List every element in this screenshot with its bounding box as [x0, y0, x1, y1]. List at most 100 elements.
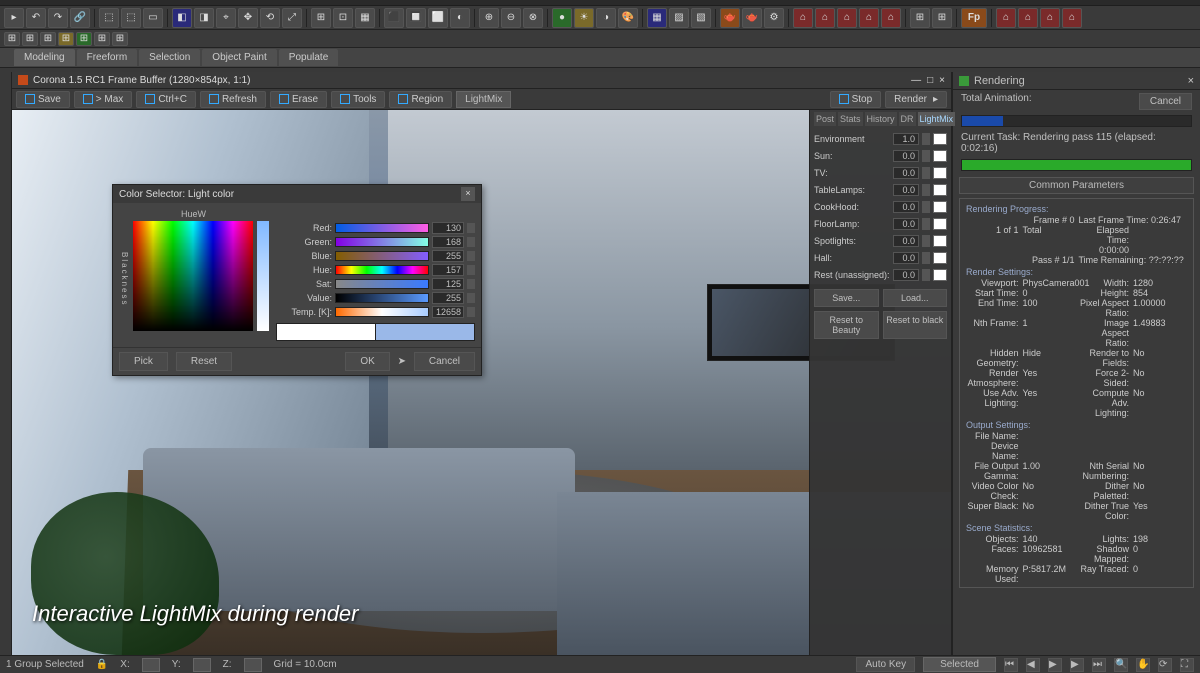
- mini-tool-icon[interactable]: ⊞: [22, 32, 38, 46]
- spinner-icon[interactable]: [922, 133, 930, 145]
- nav-max-icon[interactable]: ⛶: [1180, 658, 1194, 672]
- fb-ctrlc-button[interactable]: Ctrl+C: [136, 91, 196, 108]
- coord-x-value[interactable]: [142, 658, 160, 672]
- tool-icon[interactable]: ⌂: [793, 8, 813, 28]
- lightmix-value[interactable]: 0.0: [893, 269, 919, 281]
- fb-stop-button[interactable]: Stop: [830, 91, 882, 108]
- lightmix-value[interactable]: 1.0: [893, 133, 919, 145]
- tool-icon[interactable]: ⤢: [282, 8, 302, 28]
- tool-icon[interactable]: ▧: [691, 8, 711, 28]
- spinner-icon[interactable]: [467, 251, 475, 261]
- mini-tool-icon[interactable]: ⊞: [58, 32, 74, 46]
- lm-reset-black-button[interactable]: Reset to black: [883, 311, 948, 339]
- lm-save-button[interactable]: Save...: [814, 289, 879, 307]
- slider-value[interactable]: 125: [432, 278, 464, 290]
- fb-tab-post[interactable]: Post: [814, 112, 836, 126]
- fb-layer-dropdown[interactable]: LightMix: [456, 91, 511, 108]
- spinner-icon[interactable]: [922, 201, 930, 213]
- spinner-icon[interactable]: [922, 184, 930, 196]
- color-slider[interactable]: [335, 237, 429, 247]
- tool-icon[interactable]: ◑: [596, 8, 616, 28]
- tool-icon[interactable]: ⊞: [932, 8, 952, 28]
- old-color-swatch[interactable]: [276, 323, 376, 341]
- color-slider[interactable]: [335, 307, 429, 317]
- tool-icon[interactable]: ◧: [172, 8, 192, 28]
- tool-icon[interactable]: ⊕: [479, 8, 499, 28]
- spinner-icon[interactable]: [922, 218, 930, 230]
- cancel-button[interactable]: Cancel: [414, 352, 475, 371]
- spinner-icon[interactable]: [467, 307, 475, 317]
- lightmix-value[interactable]: 0.0: [893, 150, 919, 162]
- tool-icon[interactable]: ⚙: [764, 8, 784, 28]
- time-prev-key-icon[interactable]: ⏮: [1004, 658, 1018, 672]
- tool-icon[interactable]: ⊖: [501, 8, 521, 28]
- fb-tomax-button[interactable]: > Max: [74, 91, 133, 108]
- whiteness-slider[interactable]: [257, 221, 269, 331]
- ribbon-tab-populate[interactable]: Populate: [279, 49, 338, 66]
- lm-load-button[interactable]: Load...: [883, 289, 948, 307]
- lightmix-color-swatch[interactable]: [933, 218, 947, 230]
- lightmix-color-swatch[interactable]: [933, 235, 947, 247]
- tool-icon[interactable]: ▨: [669, 8, 689, 28]
- tool-icon[interactable]: ☀: [574, 8, 594, 28]
- reset-button[interactable]: Reset: [176, 352, 232, 371]
- coord-z-value[interactable]: [244, 658, 262, 672]
- lightmix-color-swatch[interactable]: [933, 167, 947, 179]
- tool-icon[interactable]: ⌖: [216, 8, 236, 28]
- spinner-icon[interactable]: [922, 167, 930, 179]
- spinner-icon[interactable]: [467, 265, 475, 275]
- tool-icon[interactable]: ⬛: [384, 8, 404, 28]
- slider-value[interactable]: 255: [432, 250, 464, 262]
- coord-y-value[interactable]: [193, 658, 211, 672]
- ribbon-tab-selection[interactable]: Selection: [139, 49, 200, 66]
- tool-icon[interactable]: ⬚: [99, 8, 119, 28]
- lightmix-value[interactable]: 0.0: [893, 218, 919, 230]
- lightmix-color-swatch[interactable]: [933, 150, 947, 162]
- lightmix-value[interactable]: 0.0: [893, 252, 919, 264]
- lightmix-value[interactable]: 0.0: [893, 235, 919, 247]
- keymode-dropdown[interactable]: Selected: [923, 657, 996, 672]
- ribbon-tab-modeling[interactable]: Modeling: [14, 49, 75, 66]
- fb-region-button[interactable]: Region: [389, 91, 452, 108]
- tool-icon[interactable]: ⬜: [428, 8, 448, 28]
- lightmix-value[interactable]: 0.0: [893, 184, 919, 196]
- tool-icon[interactable]: ⊞: [910, 8, 930, 28]
- tool-icon[interactable]: ▸: [4, 8, 24, 28]
- nav-pan-icon[interactable]: ✋: [1136, 658, 1150, 672]
- close-icon[interactable]: ×: [1188, 75, 1194, 87]
- lock-icon[interactable]: 🔒: [96, 659, 108, 670]
- close-icon[interactable]: ×: [461, 187, 475, 201]
- tool-icon[interactable]: ✥: [238, 8, 258, 28]
- tool-icon[interactable]: ⌂: [815, 8, 835, 28]
- color-slider[interactable]: [335, 223, 429, 233]
- tool-icon[interactable]: 🎨: [618, 8, 638, 28]
- autokey-button[interactable]: Auto Key: [856, 657, 915, 672]
- color-slider[interactable]: [335, 279, 429, 289]
- tool-icon[interactable]: ⟲: [260, 8, 280, 28]
- time-play-icon[interactable]: ▶: [1048, 658, 1062, 672]
- tool-icon[interactable]: 🔗: [70, 8, 90, 28]
- maximize-icon[interactable]: □: [927, 75, 933, 86]
- lightmix-color-swatch[interactable]: [933, 133, 947, 145]
- tool-icon[interactable]: ▦: [355, 8, 375, 28]
- tool-icon[interactable]: ⌂: [996, 8, 1016, 28]
- pick-button[interactable]: Pick: [119, 352, 168, 371]
- spinner-icon[interactable]: [467, 237, 475, 247]
- fb-erase-button[interactable]: Erase: [270, 91, 327, 108]
- tool-icon[interactable]: ⌂: [1040, 8, 1060, 28]
- spinner-icon[interactable]: [467, 223, 475, 233]
- minimize-icon[interactable]: —: [911, 75, 921, 86]
- nav-zoom-icon[interactable]: 🔍: [1114, 658, 1128, 672]
- close-icon[interactable]: ×: [939, 75, 945, 86]
- tool-icon[interactable]: ⌂: [1018, 8, 1038, 28]
- lightmix-value[interactable]: 0.0: [893, 167, 919, 179]
- time-prev-frame-icon[interactable]: ◀: [1026, 658, 1040, 672]
- fb-tab-history[interactable]: History: [865, 112, 897, 126]
- lightmix-value[interactable]: 0.0: [893, 201, 919, 213]
- fb-refresh-button[interactable]: Refresh: [200, 91, 266, 108]
- tool-icon[interactable]: ⬚: [121, 8, 141, 28]
- slider-value[interactable]: 168: [432, 236, 464, 248]
- tool-icon[interactable]: ⌂: [859, 8, 879, 28]
- fb-tab-dr[interactable]: DR: [899, 112, 916, 126]
- spinner-icon[interactable]: [922, 269, 930, 281]
